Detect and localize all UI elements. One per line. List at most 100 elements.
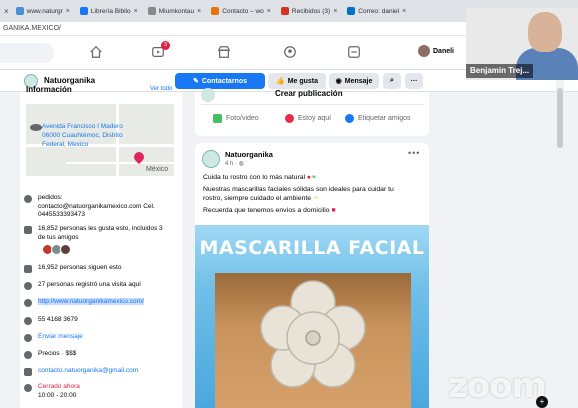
scroll-thumb[interactable] [557,88,563,148]
followers-icon [24,265,32,273]
like-button[interactable]: 👍 Me gusta [268,73,326,89]
phone-info: 55 4168 3679 [24,316,182,325]
contact-button-label: Contactarnos [201,77,247,85]
tab-close-icon[interactable]: × [267,8,271,15]
post-text-line: Cuida tu rostro con lo más natural ●❧ [203,173,425,182]
tab-label: Librería Biblio [90,7,131,15]
tag-friends-button[interactable]: Etiquetar amigos [345,114,411,123]
info-text: Precios · $$$ [38,350,77,357]
marketplace-icon[interactable] [216,44,232,60]
image-title: MASCARILLA FACIAL [199,237,425,259]
tab-close-icon[interactable]: × [402,8,406,15]
browser-tab[interactable]: Miumkontau × [144,2,206,20]
post-image[interactable]: MASCARILLA FACIAL [195,225,429,408]
browser-tab[interactable]: Recibidos (3) × [277,2,341,20]
page-info-panel: Información Ver todo Avenida Francisco I… [20,85,182,408]
info-text: pedidos: [38,194,63,201]
nav-profile[interactable]: Daneli [418,45,454,57]
address-line: Avenida Francisco I Madero [42,123,123,130]
address-line: Federal, Mexico [42,141,89,148]
see-all-link[interactable]: Ver todo [150,86,172,92]
location-map[interactable]: Avenida Francisco I Madero 06000 Cuauhté… [26,104,174,176]
tab-close-icon[interactable]: × [333,8,337,15]
likes-info: 16,852 personas les gusta esto, incluido… [24,225,182,242]
pencil-icon: ✎ [193,78,199,85]
tab-favicon-icon [15,7,24,15]
create-post-button[interactable]: Crear publicación [275,89,343,98]
clock-icon [24,384,32,392]
search-icon: ⌕ [390,77,394,84]
avatar[interactable] [202,150,220,168]
more-icon: ··· [410,77,418,85]
browser-tab[interactable]: Librería Biblio × [76,2,142,20]
price-info: Precios · $$$ [24,350,182,359]
check-in-button[interactable]: Estoy aquí [285,114,331,123]
post-timestamp[interactable]: 4 h · ◍ [225,160,244,167]
home-icon[interactable] [88,44,104,60]
photo-video-button[interactable]: Foto/video [213,114,259,123]
info-text: 16,952 personas siguen esto [38,264,122,271]
hours-status: Cerrado ahora [38,383,80,390]
address-link[interactable]: Avenida Francisco I Madero 06000 Cuauhté… [30,122,130,149]
post-text: rostro, siempre cuidado el ambiente [203,195,312,202]
tab-favicon-icon [347,7,356,15]
contact-button[interactable]: ✎ Contactarnos [175,73,265,89]
thumbs-up-icon [24,226,32,234]
address-line: 06000 Cuauhtémoc, Distrito [42,132,123,139]
screen: × www.naturgr × Librería Biblio × Miumko… [0,0,578,408]
watch-icon[interactable]: 3 [150,41,170,60]
browser-tab[interactable]: Contacto – wo × [207,2,275,20]
messenger-icon: ◉ [335,78,342,85]
phone-icon [24,317,32,325]
close-icon[interactable]: × [4,7,9,16]
browser-tab[interactable]: www.naturgr × [12,2,74,20]
globe-icon: ◍ [238,161,244,167]
post-text: Recuerda que tenemos envíos a domicilio [203,207,330,214]
thumbs-up-icon: 👍 [275,78,285,85]
hours-info: Cerrado ahora 10:00 - 20:00 [24,383,182,400]
plus-icon[interactable]: + [536,396,548,408]
tab-favicon-icon [147,7,156,15]
send-message-link[interactable]: Enviar mensaje [24,333,182,342]
email-icon [24,368,32,376]
tab-close-icon[interactable]: × [197,8,201,15]
groups-icon[interactable] [282,44,298,60]
orders-info: pedidos: contacto@natuorganikamexico.com… [24,194,182,220]
leaf-icon: ❧ [311,174,317,181]
message-button[interactable]: ◉ Mensaje [329,73,379,89]
message-info: Enviar mensaje [24,333,182,342]
phone-number[interactable]: 55 4168 3679 [24,316,182,325]
page-search-button[interactable]: ⌕ [383,73,401,89]
product-photo [215,273,411,408]
tab-label: Recibidos (3) [291,7,331,15]
tab-favicon-icon [280,7,289,15]
more-options-button[interactable]: ··· [405,73,423,89]
post-time: 4 h · [225,161,239,167]
email-link[interactable]: contacto.natuorganika@gmail.com [24,367,182,376]
page-scrollbar[interactable] [556,76,564,408]
tab-label: Miumkontau [158,7,195,15]
info-section-title: Información [26,85,72,94]
gaming-icon[interactable] [346,44,362,60]
address-bar[interactable]: GANIKA.MEXICO/ [0,22,470,36]
website-link[interactable]: http://www.natuorganikamexico.com/ [38,298,144,305]
followers-info: 16,952 personas siguen esto [24,264,182,273]
avatar [60,244,71,255]
map-road [66,162,174,164]
check-in-label: Estoy aquí [298,115,332,122]
flower-soap-icon [260,280,366,388]
search-box[interactable] [0,43,54,63]
tab-close-icon[interactable]: × [66,8,70,15]
info-text: 27 personas registró una visita aquí [38,281,141,288]
email-info: contacto.natuorganika@gmail.com [24,367,182,376]
tab-close-icon[interactable]: × [134,8,138,15]
avatar [201,88,215,102]
participant-video [528,12,562,52]
post-author[interactable]: Natuorganika [225,150,273,159]
browser-tab[interactable]: Correo: daniel × [343,2,410,20]
page-name[interactable]: Natuorganika [44,76,95,85]
divider [201,104,423,105]
post-options-icon[interactable]: ••• [408,148,420,158]
friends-avatars[interactable] [42,244,71,255]
participant-name: Benjamin Trej... [466,64,534,78]
